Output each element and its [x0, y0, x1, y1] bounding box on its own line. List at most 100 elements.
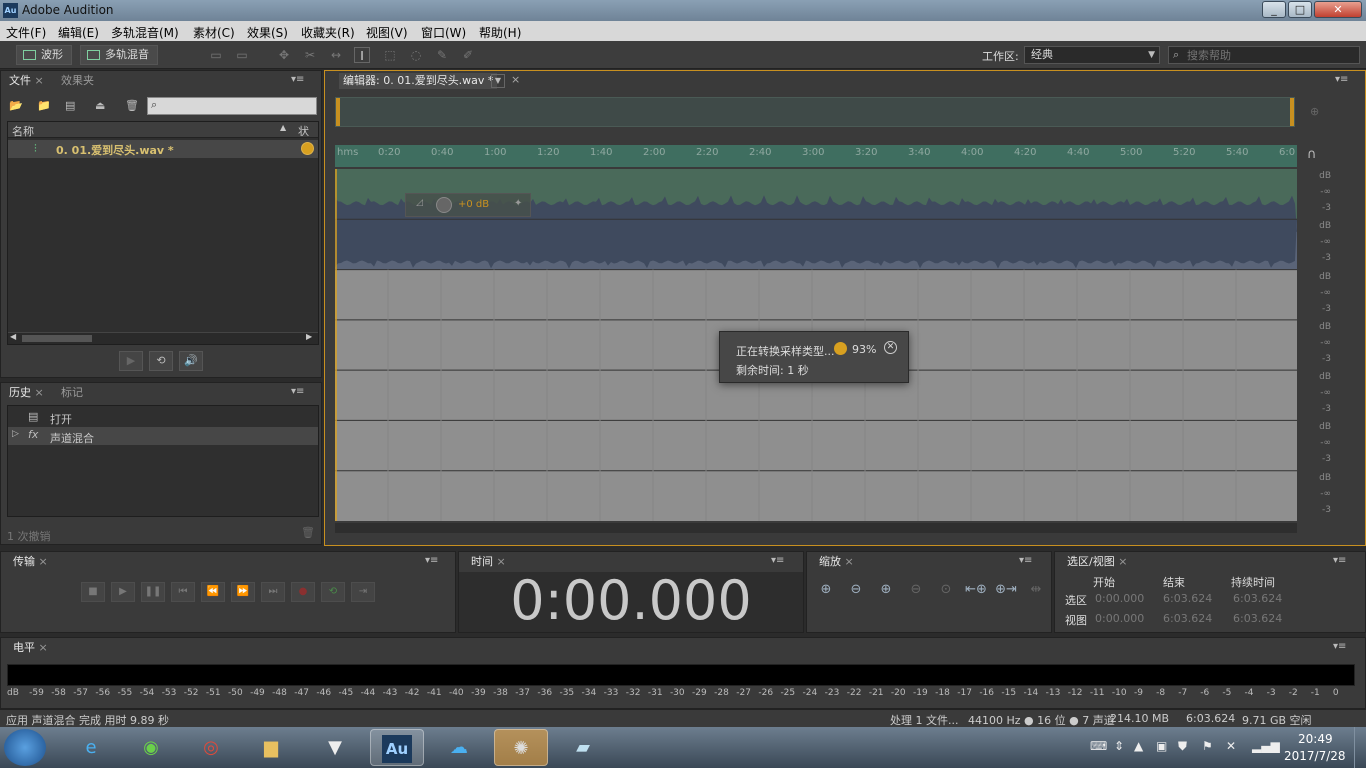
brush-tool-icon[interactable]: ✎ [434, 47, 450, 63]
start-button[interactable] [4, 729, 46, 766]
close-icon[interactable]: × [497, 555, 506, 568]
close-icon[interactable]: × [511, 73, 520, 86]
view-start[interactable]: 0:00.000 [1095, 612, 1144, 625]
list-item[interactable]: ▤ 打开 [8, 408, 318, 426]
zoom-in-amplitude-icon[interactable]: ⊕ [815, 580, 837, 600]
selection-end[interactable]: 6:03.624 [1163, 592, 1212, 605]
list-item[interactable]: ⫶ 0. 01.爱到尽头.wav * [8, 140, 318, 158]
zoom-selection-out-icon[interactable]: ⊕⇥ [995, 580, 1017, 600]
loop-button[interactable]: ⟲ [321, 582, 345, 602]
time-selection-tool-icon[interactable]: I [354, 47, 370, 63]
panel-menu-icon[interactable]: ▾≡ [1333, 641, 1346, 652]
zoom-out-amplitude-icon[interactable]: ⊖ [845, 580, 867, 600]
slip-tool-icon[interactable]: ↔ [328, 47, 344, 63]
volume-muted-icon[interactable]: ✕ [1226, 739, 1236, 753]
network-drive-icon[interactable]: ▣ [1156, 739, 1167, 753]
stop-button[interactable]: ■ [81, 582, 105, 602]
scrollbar-thumb[interactable] [22, 335, 92, 342]
menu-help[interactable]: 帮助(H) [479, 24, 521, 41]
panel-menu-icon[interactable]: ▾≡ [1333, 555, 1346, 566]
chrome-icon[interactable]: ◎ [184, 729, 238, 766]
tab-selection-view[interactable]: 选区/视图 × [1063, 554, 1131, 570]
tab-markers[interactable]: 标记 [57, 385, 87, 401]
list-item[interactable]: ▷ fx 声道混合 [8, 427, 318, 445]
notes-app-icon[interactable]: ▰ [556, 729, 610, 766]
cloud-app-icon[interactable]: ☁ [432, 729, 486, 766]
show-desktop-button[interactable] [1354, 727, 1366, 768]
zoom-in-time-icon[interactable]: ⊕ [875, 580, 897, 600]
view-duration[interactable]: 6:03.624 [1233, 612, 1282, 625]
menu-view[interactable]: 视图(V) [366, 24, 408, 41]
pin-icon[interactable]: ✦ [514, 198, 522, 209]
clock-time[interactable]: 20:49 [1298, 732, 1333, 746]
menu-effects[interactable]: 效果(S) [247, 24, 288, 41]
panel-menu-icon[interactable]: ▾≡ [291, 386, 304, 397]
film-reel-icon[interactable]: ✺ [494, 729, 548, 766]
close-icon[interactable]: × [39, 555, 48, 568]
panel-menu-icon[interactable]: ▾≡ [1335, 74, 1348, 85]
workspace-select[interactable]: 经典 ▼ [1024, 46, 1160, 64]
panel-menu-icon[interactable]: ▾≡ [425, 555, 438, 566]
overview-left-handle[interactable] [336, 98, 340, 126]
tab-time[interactable]: 时间 × [467, 554, 510, 570]
menu-file[interactable]: 文件(F) [6, 24, 46, 41]
play-button[interactable]: ▶ [111, 582, 135, 602]
insert-icon[interactable]: ⏏ [95, 99, 105, 112]
waveform-area[interactable]: ◿ +0 dB ✦ 正在转换采样类型... 93% ✕ 剩余时间: 1 秒 [335, 169, 1297, 521]
close-icon[interactable]: × [845, 555, 854, 568]
shield-icon[interactable]: ⛊ [1178, 739, 1187, 754]
view-end[interactable]: 6:03.624 [1163, 612, 1212, 625]
chevron-down-icon[interactable]: ▼ [491, 74, 505, 88]
zoom-icon[interactable]: ⊕ [1310, 105, 1319, 118]
skip-selection-button[interactable]: ⇥ [351, 582, 375, 602]
tab-transport[interactable]: 传输 × [9, 554, 52, 570]
column-name[interactable]: 名称 [12, 123, 34, 139]
tab-editor[interactable]: 编辑器: 0. 01.爱到尽头.wav * [339, 73, 498, 89]
panel-menu-icon[interactable]: ▾≡ [771, 555, 784, 566]
ie-icon[interactable]: e [64, 729, 118, 766]
menu-clip[interactable]: 素材(C) [193, 24, 235, 41]
fox-app-icon[interactable]: ▼ [308, 729, 362, 766]
fast-forward-button[interactable]: ⏩ [231, 582, 255, 602]
help-search-input[interactable] [1187, 47, 1357, 63]
expand-icon[interactable]: ▷ [12, 429, 19, 439]
zoom-selection-in-icon[interactable]: ⇤⊕ [965, 580, 987, 600]
tray-arrows-icon[interactable]: ⇕ [1114, 739, 1124, 753]
clip-gain-hud[interactable]: ◿ +0 dB ✦ [405, 193, 531, 217]
maximize-button[interactable]: □ [1288, 1, 1312, 18]
move-tool-icon[interactable]: ✥ [276, 47, 292, 63]
pitch-display-icon[interactable]: ▭ [234, 47, 250, 63]
loop-preview-button[interactable]: ⟲ [149, 351, 173, 371]
trash-icon[interactable]: 🗑 [301, 526, 315, 539]
open-folder-icon[interactable]: 📂 [9, 99, 23, 112]
timeline-ruler[interactable]: hms 0:20 0:40 1:00 1:20 1:40 2:00 2:20 2:40 3:00 3… [335, 145, 1297, 167]
autoplay-button[interactable]: 🔊 [179, 351, 203, 371]
close-button[interactable]: ✕ [1314, 1, 1362, 18]
close-icon[interactable]: × [35, 386, 44, 399]
selection-duration[interactable]: 6:03.624 [1233, 592, 1282, 605]
audition-taskbar-button[interactable]: Au [370, 729, 424, 766]
minimize-button[interactable]: _ [1262, 1, 1286, 18]
menu-window[interactable]: 窗口(W) [421, 24, 466, 41]
tab-levels[interactable]: 电平 × [9, 640, 52, 656]
lasso-tool-icon[interactable]: ◌ [408, 47, 424, 63]
multitrack-view-button[interactable]: 多轨混音 [80, 45, 158, 65]
clock-date[interactable]: 2017/7/28 [1284, 749, 1346, 763]
signal-icon[interactable]: ▂▄▆ [1252, 739, 1280, 753]
keyboard-icon[interactable]: ⌨ [1090, 739, 1107, 753]
files-filter-input[interactable] [147, 97, 317, 115]
skip-end-button[interactable]: ⏭ [261, 582, 285, 602]
close-icon[interactable]: × [39, 641, 48, 654]
menu-favorites[interactable]: 收藏夹(R) [301, 24, 355, 41]
pause-button[interactable]: ❚❚ [141, 582, 165, 602]
gain-knob[interactable] [436, 197, 452, 213]
panel-menu-icon[interactable]: ▾≡ [1019, 555, 1032, 566]
flag-icon[interactable]: ⚑ [1202, 739, 1213, 753]
scroll-right-icon[interactable]: ▶ [306, 332, 312, 341]
waveform-view-button[interactable]: 波形 [16, 45, 72, 65]
show-hidden-icon[interactable]: ▲ [1134, 739, 1143, 753]
close-icon[interactable]: × [1118, 555, 1127, 568]
tab-zoom[interactable]: 缩放 × [815, 554, 858, 570]
trash-icon[interactable]: 🗑 [125, 99, 139, 112]
overview-bar[interactable] [335, 97, 1295, 127]
